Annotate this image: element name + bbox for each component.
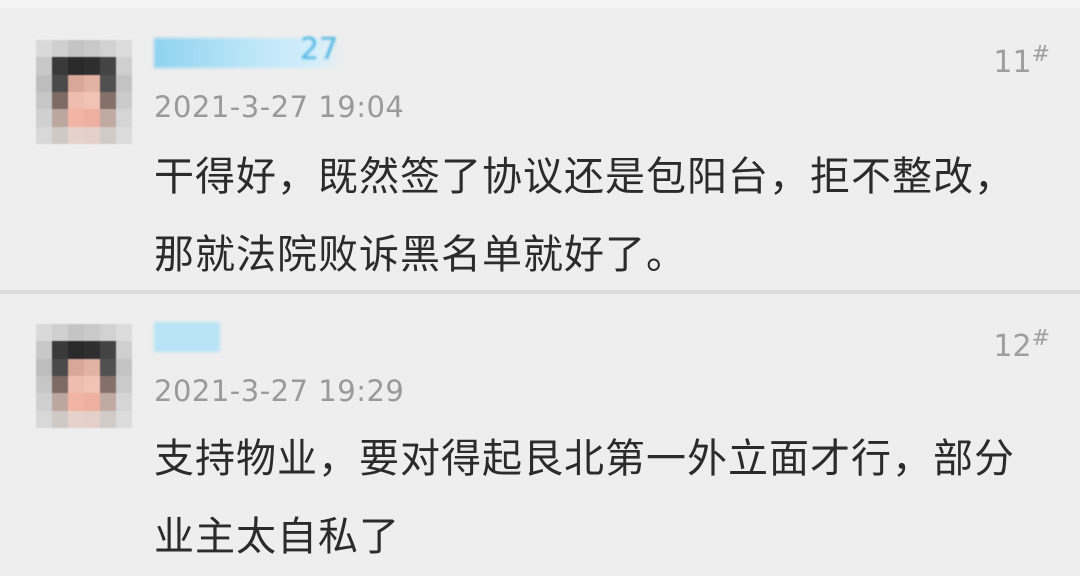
comment-text-line: 支持物业，要对得起艮北第一外立面才行，部分 (154, 436, 1015, 482)
avatar-pixel (116, 92, 132, 110)
avatar[interactable] (36, 324, 132, 428)
comment-text-line: 干得好，既然签了协议还是包阳台，拒不整改， (154, 154, 1015, 200)
avatar-pixel (100, 393, 116, 411)
username-blurred[interactable] (154, 322, 220, 352)
avatar-pixel (68, 358, 84, 376)
avatar-pixel (68, 92, 84, 110)
username-visible[interactable]: 27 (300, 32, 338, 67)
avatar-pixel (116, 376, 132, 394)
comment-item: 12# 2021-3-27 19:29 支持物业，要对得起艮北第一外立面才行，部… (0, 294, 1080, 560)
avatar-pixel (68, 109, 84, 127)
comment-timestamp: 2021-3-27 19:29 (154, 374, 405, 408)
comment-text-line: 那就法院败诉黑名单就好了。 (154, 232, 687, 278)
avatar-pixel (100, 358, 116, 376)
avatar-pixel (52, 393, 68, 411)
floor-number-value: 11 (993, 45, 1032, 80)
avatar-pixel (84, 324, 100, 342)
avatar-pixel (68, 40, 84, 58)
avatar-pixel (100, 92, 116, 110)
avatar-pixel (36, 324, 52, 342)
avatar-pixel (100, 74, 116, 92)
floor-mark: # (1031, 42, 1050, 67)
avatar-pixel (52, 358, 68, 376)
avatar-pixel (36, 126, 52, 144)
avatar-pixel (36, 341, 52, 359)
avatar-pixel (84, 126, 100, 144)
avatar-pixel (116, 126, 132, 144)
avatar-pixel (68, 126, 84, 144)
floor-number: 12# (993, 326, 1050, 364)
avatar-pixel (52, 324, 68, 342)
comment-text-line: 业主太自私了 (154, 514, 400, 560)
avatar-pixel (116, 40, 132, 58)
avatar-pixel (84, 92, 100, 110)
avatar-pixel (116, 410, 132, 428)
avatar-pixel (52, 109, 68, 127)
comment-item: 27 11# 2021-3-27 19:04 干得好，既然签了协议还是包阳台，拒… (0, 8, 1080, 290)
avatar-pixel (68, 393, 84, 411)
avatar-pixel (84, 109, 100, 127)
floor-mark: # (1031, 326, 1050, 351)
avatar-pixel (100, 410, 116, 428)
avatar-pixel (68, 410, 84, 428)
avatar-pixel (116, 358, 132, 376)
comment-text: 支持物业，要对得起艮北第一外立面才行，部分 业主太自私了 (154, 420, 1054, 576)
avatar-pixel (68, 74, 84, 92)
avatar-pixel (100, 40, 116, 58)
avatar-pixel (116, 109, 132, 127)
avatar-pixel (36, 393, 52, 411)
avatar-pixel (84, 57, 100, 75)
avatar-pixel (84, 40, 100, 58)
avatar-pixel (100, 126, 116, 144)
avatar-pixel (116, 324, 132, 342)
avatar-pixel (36, 74, 52, 92)
avatar-pixel (36, 358, 52, 376)
avatar-pixel (84, 358, 100, 376)
avatar-pixel (52, 57, 68, 75)
avatar-pixel (52, 376, 68, 394)
avatar-pixel (52, 341, 68, 359)
avatar-pixel (68, 341, 84, 359)
avatar-pixel (116, 57, 132, 75)
avatar-pixel (84, 410, 100, 428)
avatar-pixel (116, 393, 132, 411)
floor-number: 11# (993, 42, 1050, 80)
avatar-pixel (116, 341, 132, 359)
avatar-pixel (100, 109, 116, 127)
avatar[interactable] (36, 40, 132, 144)
avatar-pixel (68, 324, 84, 342)
avatar-pixel (52, 74, 68, 92)
avatar-pixel (84, 393, 100, 411)
avatar-pixel (36, 376, 52, 394)
avatar-pixel (52, 40, 68, 58)
avatar-pixel (36, 410, 52, 428)
avatar-pixel (84, 74, 100, 92)
avatar-pixel (84, 341, 100, 359)
avatar-pixel (100, 376, 116, 394)
avatar-pixel (68, 376, 84, 394)
avatar-pixel (116, 74, 132, 92)
avatar-pixel (100, 57, 116, 75)
avatar-pixel (100, 324, 116, 342)
avatar-pixel (36, 57, 52, 75)
avatar-pixel (36, 109, 52, 127)
comment-timestamp: 2021-3-27 19:04 (154, 90, 405, 124)
avatar-pixel (36, 40, 52, 58)
floor-number-value: 12 (993, 329, 1032, 364)
avatar-pixel (52, 92, 68, 110)
avatar-pixel (52, 410, 68, 428)
avatar-pixel (100, 341, 116, 359)
comment-text: 干得好，既然签了协议还是包阳台，拒不整改， 那就法院败诉黑名单就好了。 (154, 138, 1054, 294)
avatar-pixel (36, 92, 52, 110)
avatar-pixel (52, 126, 68, 144)
avatar-pixel (84, 376, 100, 394)
avatar-pixel (68, 57, 84, 75)
